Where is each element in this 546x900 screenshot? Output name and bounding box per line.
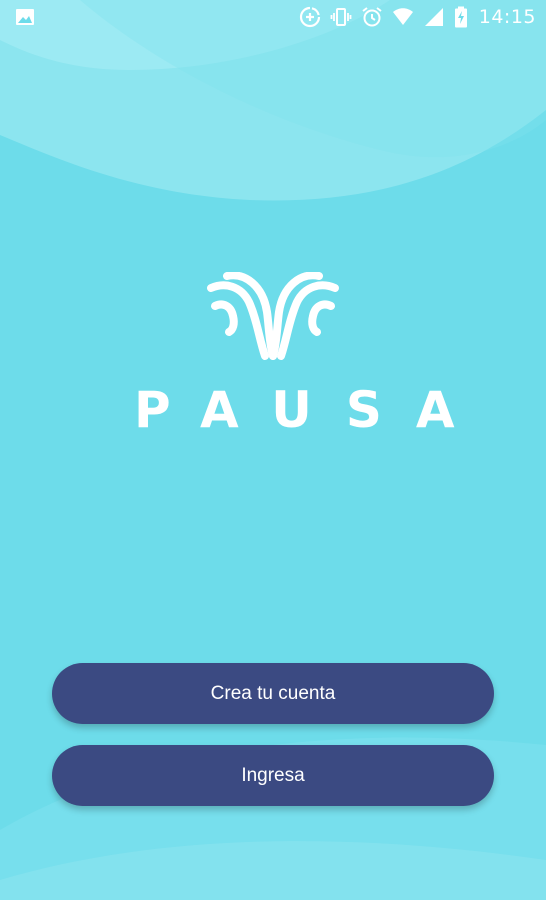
- wifi-icon: [392, 8, 413, 25]
- vibrate-icon: [330, 8, 352, 26]
- create-account-button[interactable]: Crea tu cuenta: [52, 663, 494, 724]
- image-notification-icon: [16, 9, 34, 25]
- alarm-icon: [362, 7, 382, 27]
- signal-icon: [424, 8, 443, 26]
- login-button[interactable]: Ingresa: [52, 745, 494, 806]
- brand-name: PAUSA: [134, 381, 489, 439]
- butterfly-logo-icon: [207, 272, 339, 360]
- status-time: 14:15: [478, 6, 536, 28]
- battery-charging-icon: [454, 6, 467, 28]
- status-icons: 14:15: [299, 0, 536, 34]
- data-saver-icon: [299, 6, 320, 28]
- status-bar: 14:15: [0, 0, 546, 34]
